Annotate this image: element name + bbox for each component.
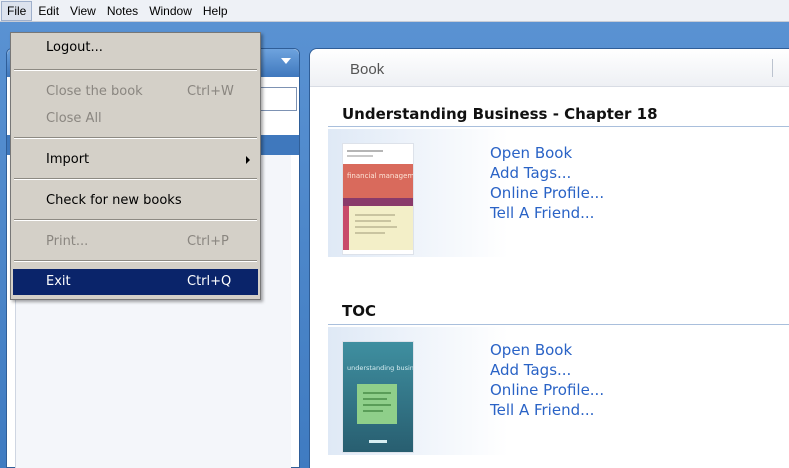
tell-a-friend-link[interactable]: Tell A Friend...	[490, 400, 604, 420]
menu-item-shortcut: Ctrl+Q	[187, 274, 232, 289]
chevron-down-icon[interactable]	[281, 58, 291, 64]
menu-item-label: Check for new books	[46, 193, 182, 208]
menu-item-label: Close All	[46, 111, 102, 126]
menu-separator	[14, 260, 257, 262]
menu-item-label: Close the book	[46, 84, 143, 99]
menu-separator	[14, 137, 257, 139]
open-book-link[interactable]: Open Book	[490, 143, 604, 163]
tab-book[interactable]: Book	[310, 49, 789, 87]
book-title: TOC	[342, 302, 376, 320]
tab-divider	[772, 59, 773, 77]
menu-item-close-book[interactable]: Close the book Ctrl+W	[13, 79, 258, 105]
menu-item-label: Print...	[46, 234, 89, 249]
add-tags-link[interactable]: Add Tags...	[490, 163, 604, 183]
menu-item-label: Import	[46, 152, 90, 167]
title-divider	[328, 126, 789, 127]
book-cover-image[interactable]: financial management	[342, 143, 426, 255]
tab-book-label: Book	[350, 61, 385, 78]
online-profile-link[interactable]: Online Profile...	[490, 183, 604, 203]
menu-file[interactable]: File	[1, 0, 33, 21]
tell-a-friend-link[interactable]: Tell A Friend...	[490, 203, 604, 223]
menu-item-exit[interactable]: Exit Ctrl+Q	[13, 269, 258, 295]
online-profile-link[interactable]: Online Profile...	[490, 380, 604, 400]
menu-notes[interactable]: Notes	[102, 1, 143, 21]
book-cover-image[interactable]: understanding business	[342, 341, 425, 453]
open-book-link[interactable]: Open Book	[490, 340, 604, 360]
menu-help[interactable]: Help	[198, 1, 233, 21]
menu-bar: File Edit View Notes Window Help	[0, 0, 789, 22]
book-actions: Open Book Add Tags... Online Profile... …	[490, 340, 604, 420]
menu-item-print[interactable]: Print... Ctrl+P	[13, 229, 258, 255]
menu-item-label: Exit	[46, 274, 71, 289]
menu-item-close-all[interactable]: Close All	[13, 106, 258, 132]
menu-edit[interactable]: Edit	[33, 1, 64, 21]
menu-view[interactable]: View	[65, 1, 101, 21]
book-title: Understanding Business - Chapter 18	[342, 105, 658, 123]
add-tags-link[interactable]: Add Tags...	[490, 360, 604, 380]
menu-separator	[14, 178, 257, 180]
menu-item-import[interactable]: Import	[13, 147, 258, 173]
menu-separator	[14, 69, 257, 71]
cover-title-text: understanding business	[347, 364, 413, 372]
title-divider	[328, 324, 789, 325]
menu-separator	[14, 219, 257, 221]
menu-item-shortcut: Ctrl+P	[187, 234, 229, 249]
book-content-panel: Book Understanding Business - Chapter 18…	[309, 48, 789, 468]
cover-title-text: financial management	[347, 172, 413, 180]
file-menu-dropdown: Logout... Close the book Ctrl+W Close Al…	[10, 32, 261, 300]
submenu-arrow-icon	[246, 156, 250, 164]
menu-item-label: Logout...	[46, 40, 103, 55]
menu-item-check-books[interactable]: Check for new books	[13, 188, 258, 214]
menu-item-shortcut: Ctrl+W	[187, 84, 234, 99]
menu-window[interactable]: Window	[144, 1, 197, 21]
book-actions: Open Book Add Tags... Online Profile... …	[490, 143, 604, 223]
menu-item-logout[interactable]: Logout...	[13, 35, 258, 61]
